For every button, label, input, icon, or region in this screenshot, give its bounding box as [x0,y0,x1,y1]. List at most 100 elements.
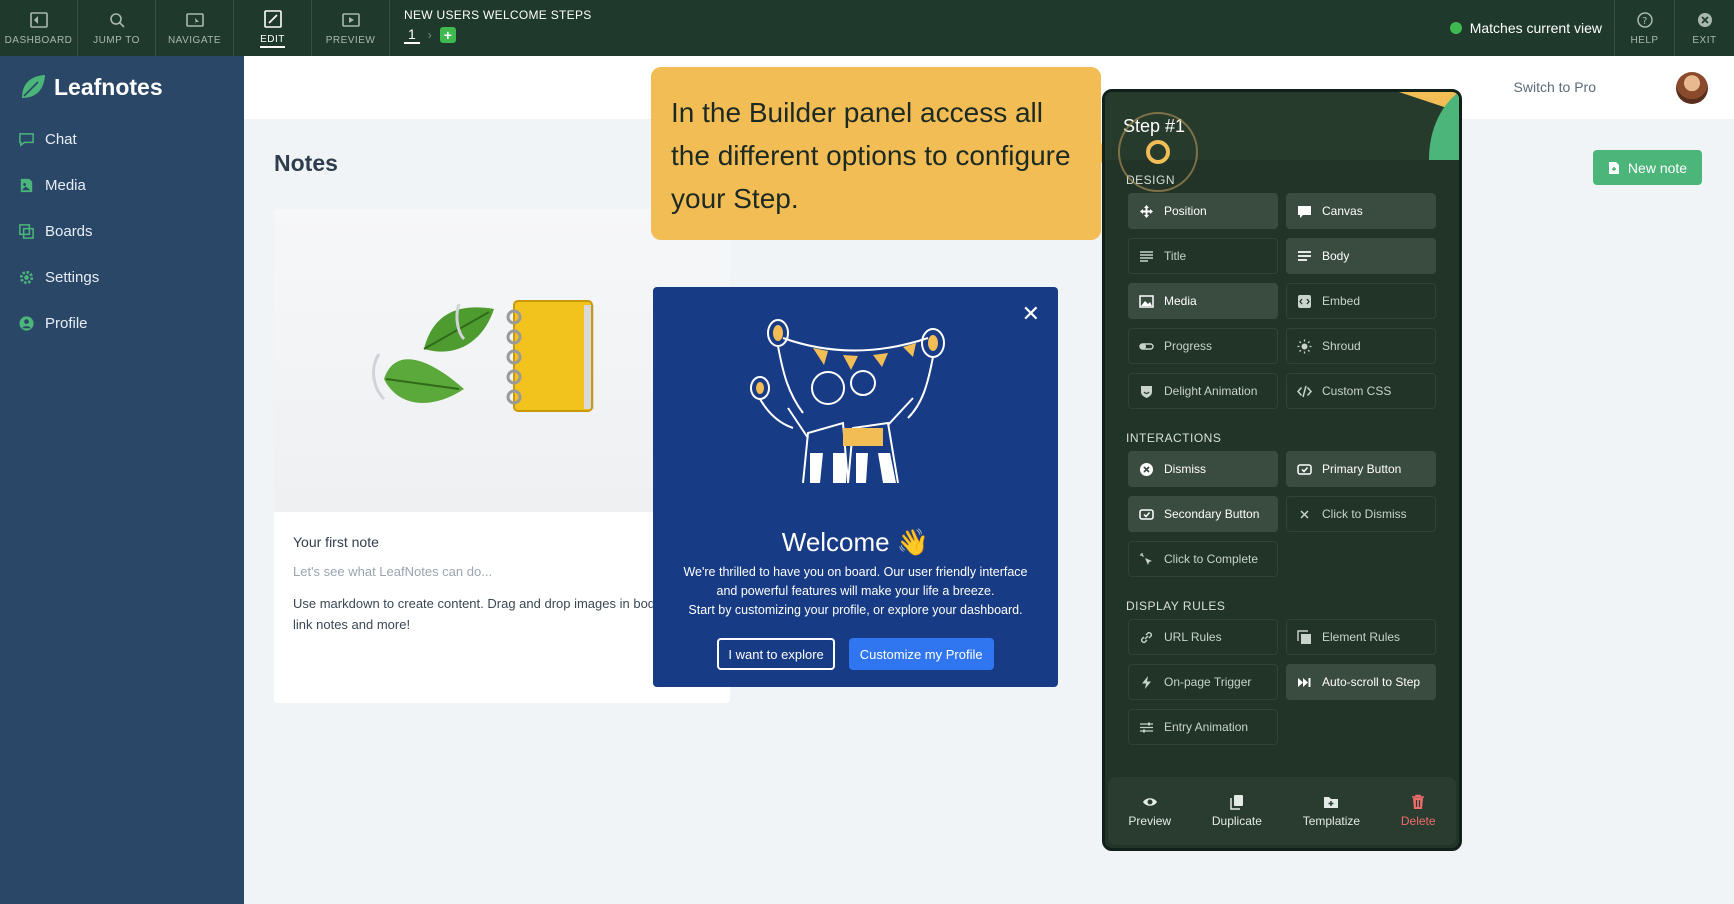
help-label: HELP [1630,35,1659,46]
welcome-modal: ✕ Welcome 👋 We're thrilled to have you o… [653,287,1058,687]
new-note-label: New note [1627,159,1688,176]
svg-text:?: ? [1642,16,1648,27]
shield-smile-icon [1141,385,1152,398]
dismiss-option[interactable]: Dismiss [1128,451,1278,487]
chat-icon [19,132,34,147]
builder-footer: Preview Duplicate Templatize Delete [1108,777,1456,845]
builder-panel: Step #1 DESIGN Position Canvas Title Bod… [1102,89,1462,851]
entry-animation-option[interactable]: Entry Animation [1128,709,1278,745]
step-tab-1[interactable]: 1 [404,26,420,44]
body-option[interactable]: Body [1286,238,1436,274]
preview-label: PREVIEW [325,35,376,46]
primary-button-option[interactable]: Primary Button [1286,451,1436,487]
dashboard-label: DASHBOARD [4,35,73,46]
flow-info: NEW USERS WELCOME STEPS 1 › + [390,0,592,56]
welcome-text-line: and powerful features will make your lif… [716,584,995,598]
sidebar-item-profile[interactable]: Profile [0,298,244,348]
canvas-icon [1298,205,1311,218]
display-rule-options: URL Rules Element Rules On-page Trigger … [1105,619,1459,745]
close-circle-icon [1697,13,1712,27]
design-options: Position Canvas Title Body Media Embed P… [1105,193,1459,409]
dashboard-button[interactable]: DASHBOARD [0,0,78,56]
footer-label: Delete [1400,814,1436,828]
sidebar-item-settings[interactable]: Settings [0,252,244,302]
option-label: Media [1164,294,1197,308]
element-stack-icon [1297,629,1311,644]
copy-icon [1230,795,1243,810]
match-status-text: Matches current view [1469,20,1602,36]
explore-button[interactable]: I want to explore [717,638,835,670]
sidebar-item-chat[interactable]: Chat [0,114,244,164]
sidebar-item-boards[interactable]: Boards [0,206,244,256]
option-label: URL Rules [1164,630,1222,644]
switch-to-pro-link[interactable]: Switch to Pro [1514,79,1596,95]
templatize-button[interactable]: Templatize [1303,794,1360,828]
fast-forward-icon [1298,677,1311,687]
option-label: Dismiss [1164,462,1206,476]
option-label: Position [1164,204,1207,218]
app-logo[interactable]: Leafnotes [0,56,244,118]
canvas-option[interactable]: Canvas [1286,193,1436,229]
custom-css-option[interactable]: Custom CSS [1286,373,1436,409]
step-list: 1 › + [404,26,592,44]
search-icon [109,13,125,28]
customize-profile-button[interactable]: Customize my Profile [848,638,994,670]
beacon-icon[interactable] [1146,140,1170,164]
on-page-trigger-option[interactable]: On-page Trigger [1128,664,1278,700]
footer-label: Templatize [1302,814,1361,828]
jump-to-button[interactable]: JUMP TO [78,0,156,56]
shroud-option[interactable]: Shroud [1286,328,1436,364]
position-option[interactable]: Position [1128,193,1278,229]
text-lines-icon [1140,250,1153,262]
option-label: Entry Animation [1164,720,1249,734]
edit-button[interactable]: EDIT [234,0,312,56]
auto-scroll-option[interactable]: Auto-scroll to Step [1286,664,1436,700]
app-logo-text: Leafnotes [54,73,163,100]
welcome-title: Welcome 👋 [781,527,930,557]
secondary-button-option[interactable]: Secondary Button [1128,496,1278,532]
user-circle-icon [19,315,34,331]
click-to-complete-option[interactable]: Click to Complete [1128,541,1278,577]
option-label: Auto-scroll to Step [1322,675,1421,689]
exit-button[interactable]: EXIT [1674,0,1734,56]
element-rules-option[interactable]: Element Rules [1286,619,1436,655]
flow-name: NEW USERS WELCOME STEPS [404,8,592,22]
option-label: Custom CSS [1322,384,1392,398]
match-status: Matches current view [1438,0,1614,56]
corner-decoration-icon [1399,92,1459,160]
option-label: Progress [1164,339,1213,353]
help-button[interactable]: ? HELP [1614,0,1674,56]
new-note-button[interactable]: New note [1593,150,1702,185]
option-label: Title [1164,249,1187,263]
media-option[interactable]: Media [1128,283,1278,319]
link-icon [1140,631,1153,643]
sidebar-item-media[interactable]: Media [0,160,244,210]
embed-option[interactable]: Embed [1286,283,1436,319]
delete-button[interactable]: Delete [1401,794,1436,828]
option-label: Embed [1322,294,1361,308]
progress-option[interactable]: Progress [1128,328,1278,364]
navigate-button[interactable]: NAVIGATE [156,0,234,56]
lightning-icon [1142,675,1151,689]
button-check-icon [1139,508,1154,520]
step-preview-button[interactable]: Preview [1128,794,1171,828]
add-step-button[interactable]: + [439,27,456,43]
avatar[interactable] [1676,72,1708,104]
click-to-dismiss-option[interactable]: Click to Dismiss [1286,496,1436,532]
duplicate-button[interactable]: Duplicate [1212,794,1262,828]
exit-label: EXIT [1692,35,1717,46]
display-rules-section-title: DISPLAY RULES [1126,599,1226,613]
option-label: Primary Button [1322,462,1402,476]
toolbar-right: Matches current view ? HELP EXIT [1438,0,1734,56]
preview-button[interactable]: PREVIEW [312,0,390,56]
close-icon[interactable]: ✕ [1022,301,1040,327]
delight-animation-option[interactable]: Delight Animation [1128,373,1278,409]
url-rules-option[interactable]: URL Rules [1128,619,1278,655]
option-label: Click to Dismiss [1322,507,1407,521]
eye-icon [1142,798,1157,806]
title-option[interactable]: Title [1128,238,1278,274]
close-icon [1300,509,1309,519]
play-icon [341,13,360,27]
interaction-options: Dismiss Primary Button Secondary Button … [1105,451,1459,577]
sidebar-item-label: Settings [45,268,100,286]
